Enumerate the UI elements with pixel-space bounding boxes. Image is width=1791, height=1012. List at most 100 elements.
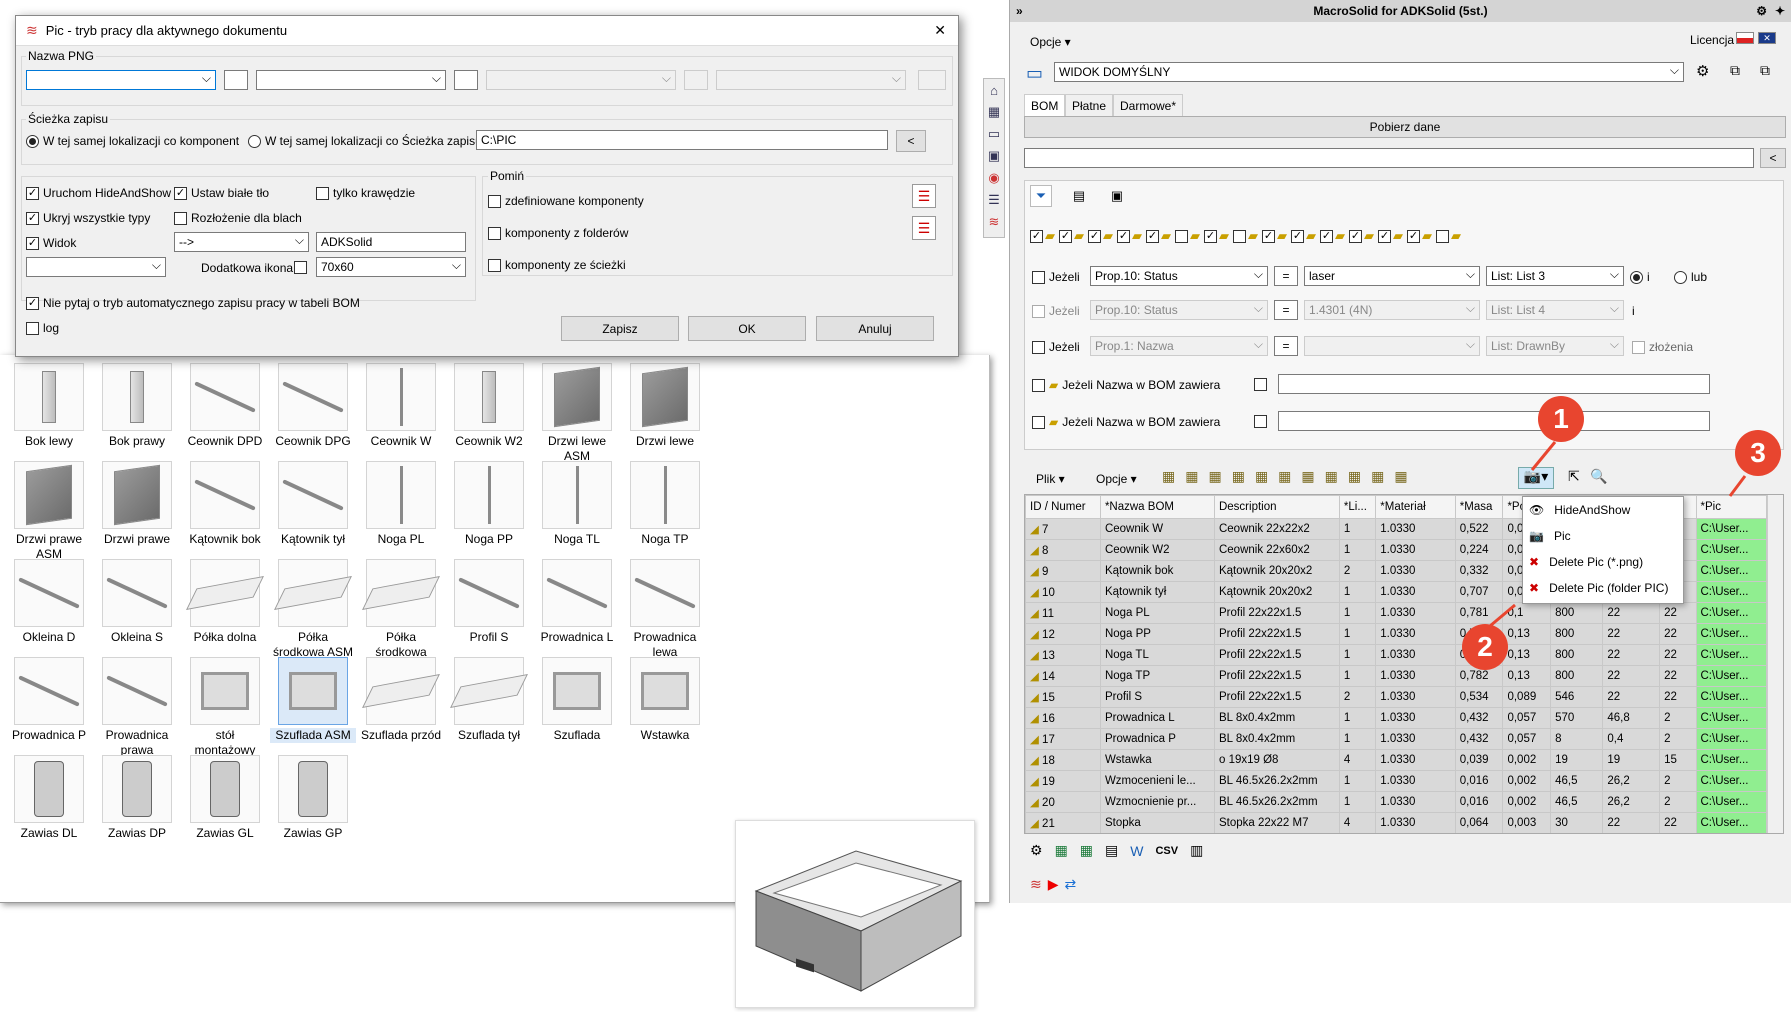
- skip-defined-checkbox[interactable]: zdefiniowane komponenty: [488, 194, 644, 208]
- thumbnail-item[interactable]: Półka środkowa: [358, 559, 444, 660]
- thumbnail-item[interactable]: Prowadnica lewa: [622, 559, 708, 660]
- column-header[interactable]: ID / Numer: [1025, 495, 1101, 519]
- skip-folders-checkbox[interactable]: komponenty z folderów: [488, 226, 628, 240]
- thumbnail-item[interactable]: Drzwi prawe ASM: [6, 461, 92, 562]
- thumbnail-item[interactable]: Noga PL: [358, 461, 444, 547]
- skip-paths-checkbox[interactable]: komponenty ze ścieżki: [488, 258, 626, 272]
- save-button[interactable]: Zapisz: [561, 316, 679, 341]
- cond2-checkbox[interactable]: Jeżeli: [1032, 304, 1080, 318]
- thumbnail-item[interactable]: Noga PP: [446, 461, 532, 547]
- cancel-button[interactable]: Anuluj: [816, 316, 934, 341]
- type-filter-checkbox[interactable]: ✓ ▰: [1030, 228, 1055, 244]
- edit-folders-icon[interactable]: ☰: [912, 216, 936, 240]
- extra-select[interactable]: [26, 257, 166, 277]
- name-cond1-checkbox[interactable]: ▰ Jeżeli Nazwa w BOM zawiera: [1032, 378, 1220, 392]
- pdf-icon[interactable]: ▦: [1348, 468, 1361, 485]
- type-filter-checkbox[interactable]: ▰: [1175, 228, 1200, 244]
- paste-view-icon[interactable]: ⧉: [1760, 62, 1770, 79]
- thumbnail-item[interactable]: Zawias GL: [182, 755, 268, 841]
- thumbnail-item[interactable]: Wstawka: [622, 657, 708, 743]
- log-checkbox[interactable]: log: [26, 321, 59, 335]
- type-filter-checkbox[interactable]: ✓ ▰: [1088, 228, 1113, 244]
- edges-only-checkbox[interactable]: tylko krawędzie: [316, 186, 415, 200]
- table-row[interactable]: ◢ 20 Wzmocnienie pr... BL 46.5x26.2x2mm 1 1.…: [1025, 791, 1767, 813]
- collapse-icon[interactable]: »: [1016, 4, 1023, 18]
- type-filter-checkbox[interactable]: ✓ ▰: [1320, 228, 1345, 244]
- table-row[interactable]: ◢ 13Noga TLProfil 22x22x1.511.03300,780,…: [1025, 644, 1767, 666]
- name-cond2-checkbox[interactable]: ▰ Jeżeli Nazwa w BOM zawiera: [1032, 415, 1220, 429]
- thumbnail-item[interactable]: Półka środkowa ASM: [270, 559, 356, 660]
- image-icon[interactable]: ▣: [984, 145, 1004, 167]
- png-sep-2[interactable]: [454, 70, 478, 90]
- tab-bom[interactable]: BOM: [1024, 94, 1066, 116]
- folder-icon[interactable]: ▭: [984, 123, 1004, 145]
- app-logo-small-icon[interactable]: ≋: [984, 211, 1004, 233]
- white-bg-checkbox[interactable]: ✓ Ustaw białe tło: [174, 186, 269, 200]
- print-icon[interactable]: ▦: [1325, 468, 1338, 485]
- thumbnail-item[interactable]: Kątownik tył: [270, 461, 356, 547]
- column-header[interactable]: *Li...: [1338, 495, 1377, 519]
- close-icon[interactable]: ✕: [934, 22, 946, 39]
- table-row[interactable]: ◢ 16 Prowadnica L BL 8x0.4x2mm 1 1.0330 0,432…: [1025, 707, 1767, 729]
- thumbnail-item[interactable]: Kątownik bok: [182, 461, 268, 547]
- cond3-operator[interactable]: =: [1274, 336, 1298, 356]
- cond1-list-select[interactable]: List: List 3: [1486, 266, 1624, 286]
- extra-icon-checkbox[interactable]: [294, 261, 307, 274]
- teamviewer-icon[interactable]: ⇄: [1065, 876, 1077, 893]
- excel-icon[interactable]: ▦: [1055, 842, 1068, 859]
- cond1-operator[interactable]: =: [1274, 266, 1298, 286]
- hideandshow-checkbox[interactable]: ✓ Uruchom HideAndShow: [26, 186, 171, 200]
- type-filter-icon[interactable]: ▣: [1106, 185, 1128, 207]
- save-path-input[interactable]: C:\PIC: [476, 130, 888, 150]
- table-row[interactable]: ◢ 17 Prowadnica P BL 8x0.4x2mm 1 1.0330 0,432…: [1025, 728, 1767, 750]
- search-icon[interactable]: 🔍: [1590, 468, 1607, 485]
- thumbnail-item[interactable]: Szuflada ASM: [270, 657, 356, 743]
- column-header[interactable]: *Nazwa BOM: [1099, 495, 1215, 519]
- table-icon[interactable]: ▦: [1162, 468, 1175, 485]
- table-row[interactable]: ◢ 14 Noga TP Profil 22x22x1.5 1 1.0330 0,782 0…: [1025, 665, 1767, 687]
- thumbnail-item[interactable]: Profil S: [446, 559, 532, 645]
- cond-and-radio[interactable]: i: [1630, 270, 1650, 284]
- thumbnail-item[interactable]: Bok lewy: [6, 363, 92, 449]
- menu-item-hideandshow[interactable]: 👁 HideAndShow: [1523, 497, 1683, 523]
- extra-icon-size-select[interactable]: 70x60: [316, 257, 466, 277]
- cond-or-radio[interactable]: lub: [1674, 270, 1707, 284]
- radio-component-location[interactable]: W tej samej lokalizacji co komponent: [26, 134, 239, 148]
- type-filter-checkbox[interactable]: ▰: [1436, 228, 1461, 244]
- name-cond2-negate[interactable]: [1254, 415, 1267, 428]
- settings-icon[interactable]: ⚙: [1756, 4, 1767, 18]
- thumbnail-item[interactable]: Zawias DP: [94, 755, 180, 841]
- app-logo-icon[interactable]: ≋: [1030, 876, 1042, 893]
- export-bom-icon[interactable]: ▦: [1255, 468, 1268, 485]
- table-row[interactable]: ◢ 21 Stopka Stopka 22x22 M7 4 1.0330 0,064 0,0…: [1025, 812, 1767, 833]
- table-icon[interactable]: ▤: [1105, 842, 1118, 859]
- column-header[interactable]: *Materiał: [1375, 495, 1456, 519]
- gear-icon[interactable]: ⚙: [1696, 62, 1709, 80]
- thumbnail-item[interactable]: Szuflada przód: [358, 657, 444, 743]
- polish-flag-icon[interactable]: [1736, 32, 1754, 44]
- thumbnail-item[interactable]: Prowadnica L: [534, 559, 620, 645]
- check-icon[interactable]: ▦: [1371, 468, 1384, 485]
- thumbnail-item[interactable]: Prowadnica P: [6, 657, 92, 743]
- tab-free[interactable]: Darmowe*: [1113, 94, 1184, 116]
- file-menu[interactable]: Plik ▾: [1036, 472, 1065, 486]
- bom-search-input[interactable]: [1024, 148, 1754, 168]
- table-row[interactable]: ◢ 15 Profil S Profil 22x22x1.5 2 1.0330 0,534…: [1025, 686, 1767, 708]
- no-ask-checkbox[interactable]: ✓ Nie pytaj o tryb automatycznego zapisu …: [26, 296, 360, 310]
- thumbnail-item[interactable]: Prowadnica prawa: [94, 657, 180, 758]
- thumbnail-item[interactable]: Ceownik DPD: [182, 363, 268, 449]
- bom-options-menu[interactable]: Opcje ▾: [1096, 472, 1137, 486]
- hide-types-checkbox[interactable]: ✓ Ukryj wszystkie typy: [26, 211, 150, 225]
- merge-icon[interactable]: ▦: [1301, 468, 1314, 485]
- options-menu[interactable]: Opcje ▾: [1030, 35, 1071, 49]
- menu-item-delete-folder[interactable]: ✖ Delete Pic (folder PIC): [1523, 575, 1683, 601]
- table-scrollbar[interactable]: [1767, 495, 1783, 833]
- filter-icon[interactable]: ⏷: [1030, 185, 1052, 207]
- cond1-checkbox[interactable]: Jeżeli: [1032, 270, 1080, 284]
- thumbnail-item[interactable]: Szuflada: [534, 657, 620, 743]
- thumbnail-item[interactable]: Okleina D: [6, 559, 92, 645]
- png-sep-1[interactable]: [224, 70, 248, 90]
- type-filter-checkbox[interactable]: ✓ ▰: [1291, 228, 1316, 244]
- table-row[interactable]: ◢ 11 Noga PL Profil 22x22x1.5 1 1.0330 0,781 0…: [1025, 602, 1767, 624]
- column-header[interactable]: *Masa: [1454, 495, 1504, 519]
